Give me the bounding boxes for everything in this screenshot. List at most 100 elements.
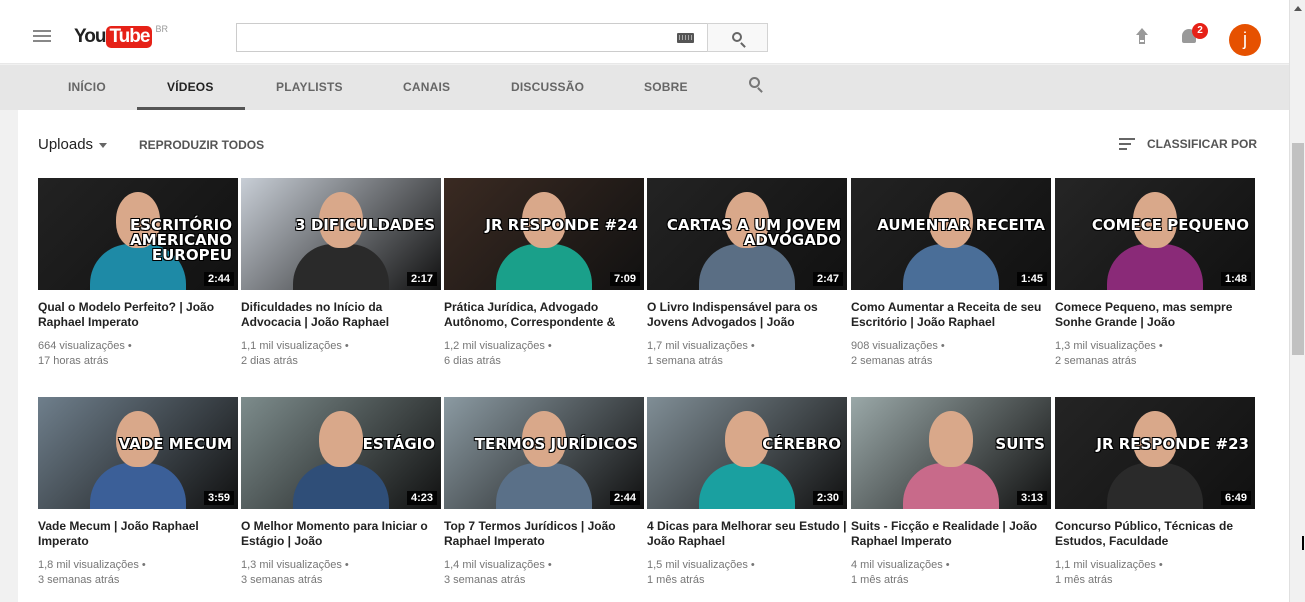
play-all-button[interactable]: REPRODUZIR TODOS bbox=[139, 138, 264, 152]
video-duration: 1:48 bbox=[1220, 272, 1251, 286]
video-views: 1,3 mil visualizações • bbox=[241, 559, 349, 571]
video-card[interactable]: AUMENTAR RECEITA 1:45 Como Aumentar a Rece… bbox=[851, 178, 1051, 369]
video-thumbnail[interactable]: JR RESPONDE #23 6:49 bbox=[1055, 397, 1255, 509]
video-card[interactable]: 3 DIFICULDADES 2:17 Dificuldades no Início… bbox=[241, 178, 441, 369]
video-thumbnail[interactable]: JR RESPONDE #24 7:09 bbox=[444, 178, 644, 290]
notification-count-badge: 2 bbox=[1192, 23, 1208, 39]
video-title[interactable]: Concurso Público, Técnicas de Estudos, F… bbox=[1055, 519, 1255, 549]
video-thumbnail[interactable]: CARTAS A UM JOVEM ADVOGADO 2:47 bbox=[647, 178, 847, 290]
video-card[interactable]: TERMOS JURÍDICOS 2:44 Top 7 Termos Jurídic… bbox=[444, 397, 644, 588]
video-thumbnail[interactable]: VADE MECUM 3:59 bbox=[38, 397, 238, 509]
video-title[interactable]: Vade Mecum | João Raphael Imperato bbox=[38, 519, 238, 549]
video-thumbnail[interactable]: CÉREBRO 2:30 bbox=[647, 397, 847, 509]
video-title[interactable]: 4 Dicas para Melhorar seu Estudo | João … bbox=[647, 519, 847, 549]
uploads-label: Uploads bbox=[38, 136, 94, 153]
video-meta: 1,2 mil visualizações • 6 dias atrás bbox=[444, 339, 644, 369]
thumbnail-overlay-text: AUMENTAR RECEITA bbox=[877, 216, 1045, 234]
video-age: 3 semanas atrás bbox=[241, 574, 323, 586]
video-views: 1,1 mil visualizações • bbox=[1055, 559, 1163, 571]
menu-icon[interactable] bbox=[33, 30, 51, 42]
video-meta: 1,8 mil visualizações • 3 semanas atrás bbox=[38, 558, 238, 588]
video-meta: 1,7 mil visualizações • 1 semana atrás bbox=[647, 339, 847, 369]
video-meta: 1,4 mil visualizações • 3 semanas atrás bbox=[444, 558, 644, 588]
video-meta: 4 mil visualizações • 1 mês atrás bbox=[851, 558, 1051, 588]
video-meta: 1,5 mil visualizações • 1 mês atrás bbox=[647, 558, 847, 588]
video-duration: 2:44 bbox=[609, 491, 640, 505]
channel-search-icon[interactable] bbox=[749, 77, 760, 88]
youtube-logo[interactable]: You Tube BR bbox=[74, 24, 168, 48]
video-thumbnail[interactable]: TERMOS JURÍDICOS 2:44 bbox=[444, 397, 644, 509]
video-duration: 3:59 bbox=[203, 491, 234, 505]
video-card[interactable]: CARTAS A UM JOVEM ADVOGADO 2:47 O Livro In… bbox=[647, 178, 847, 369]
video-duration: 3:13 bbox=[1016, 491, 1047, 505]
video-views: 1,1 mil visualizações • bbox=[241, 340, 349, 352]
video-age: 17 horas atrás bbox=[38, 355, 109, 367]
video-age: 3 semanas atrás bbox=[444, 574, 526, 586]
video-age: 6 dias atrás bbox=[444, 355, 501, 367]
video-title[interactable]: Qual o Modelo Perfeito? | João Raphael I… bbox=[38, 300, 238, 330]
upload-icon[interactable] bbox=[1136, 28, 1148, 44]
thumbnail-overlay-text: CARTAS A UM JOVEM ADVOGADO bbox=[666, 216, 841, 249]
search-button[interactable] bbox=[707, 23, 768, 52]
video-meta: 1,1 mil visualizações • 1 mês atrás bbox=[1055, 558, 1255, 588]
video-duration: 4:23 bbox=[406, 491, 437, 505]
video-views: 664 visualizações • bbox=[38, 340, 132, 352]
tab-videos[interactable]: VÍDEOS bbox=[167, 80, 214, 94]
tab-sobre[interactable]: SOBRE bbox=[644, 80, 688, 94]
search-input[interactable] bbox=[236, 23, 707, 52]
video-views: 1,7 mil visualizações • bbox=[647, 340, 755, 352]
video-title[interactable]: Suits - Ficção e Realidade | João Raphae… bbox=[851, 519, 1051, 549]
text-cursor-icon bbox=[1302, 536, 1304, 550]
scroll-thumb[interactable] bbox=[1292, 143, 1304, 355]
video-card[interactable]: VADE MECUM 3:59 Vade Mecum | João Raphael … bbox=[38, 397, 238, 588]
video-meta: 1,3 mil visualizações • 2 semanas atrás bbox=[1055, 339, 1255, 369]
video-thumbnail[interactable]: ESCRITÓRIO AMERICANO EUROPEU 2:44 bbox=[38, 178, 238, 290]
video-title[interactable]: O Melhor Momento para Iniciar o Estágio … bbox=[241, 519, 441, 549]
video-card[interactable]: JR RESPONDE #23 6:49 Concurso Público, Téc… bbox=[1055, 397, 1255, 588]
video-views: 908 visualizações • bbox=[851, 340, 945, 352]
video-title[interactable]: Dificuldades no Início da Advocacia | Jo… bbox=[241, 300, 441, 330]
video-title[interactable]: Prática Jurídica, Advogado Autônomo, Cor… bbox=[444, 300, 644, 330]
video-card[interactable]: COMECE PEQUENO 1:48 Comece Pequeno, mas se… bbox=[1055, 178, 1255, 369]
video-meta: 1,1 mil visualizações • 2 dias atrás bbox=[241, 339, 441, 369]
video-title[interactable]: Como Aumentar a Receita de seu Escritóri… bbox=[851, 300, 1051, 330]
video-thumbnail[interactable]: COMECE PEQUENO 1:48 bbox=[1055, 178, 1255, 290]
videos-section: Uploads REPRODUZIR TODOS CLASSIFICAR POR… bbox=[18, 110, 1289, 602]
thumbnail-overlay-text: COMECE PEQUENO bbox=[1091, 216, 1249, 234]
video-card[interactable]: SUITS 3:13 Suits - Ficção e Realidade | Jo… bbox=[851, 397, 1051, 588]
video-title[interactable]: Comece Pequeno, mas sempre Sonhe Grande … bbox=[1055, 300, 1255, 330]
video-age: 2 semanas atrás bbox=[1055, 355, 1137, 367]
uploads-dropdown[interactable]: Uploads bbox=[38, 136, 108, 153]
video-card[interactable]: JR RESPONDE #24 7:09 Prática Jurídica, Adv… bbox=[444, 178, 644, 369]
video-duration: 2:47 bbox=[812, 272, 843, 286]
thumbnail-overlay-text: VADE MECUM bbox=[118, 435, 232, 453]
thumbnail-overlay-text: 3 DIFICULDADES bbox=[295, 216, 435, 234]
video-age: 1 mês atrás bbox=[647, 574, 705, 586]
scroll-up-icon[interactable] bbox=[1294, 6, 1302, 11]
video-thumbnail[interactable]: SUITS 3:13 bbox=[851, 397, 1051, 509]
sort-icon[interactable] bbox=[1119, 138, 1135, 150]
tab-canais[interactable]: CANAIS bbox=[403, 80, 450, 94]
video-thumbnail[interactable]: ESTÁGIO 4:23 bbox=[241, 397, 441, 509]
sort-button[interactable]: CLASSIFICAR POR bbox=[1147, 137, 1257, 151]
video-views: 1,4 mil visualizações • bbox=[444, 559, 552, 571]
video-thumbnail[interactable]: 3 DIFICULDADES 2:17 bbox=[241, 178, 441, 290]
thumbnail-overlay-text: SUITS bbox=[995, 435, 1045, 453]
thumbnail-overlay-text: CÉREBRO bbox=[762, 435, 841, 453]
tab-discussao[interactable]: DISCUSSÃO bbox=[511, 80, 584, 94]
video-views: 1,3 mil visualizações • bbox=[1055, 340, 1163, 352]
thumbnail-overlay-text: JR RESPONDE #24 bbox=[485, 216, 638, 234]
tab-playlists[interactable]: PLAYLISTS bbox=[276, 80, 343, 94]
keyboard-icon[interactable] bbox=[677, 33, 694, 43]
video-views: 4 mil visualizações • bbox=[851, 559, 950, 571]
video-card[interactable]: ESCRITÓRIO AMERICANO EUROPEU 2:44 Qual o M… bbox=[38, 178, 238, 369]
video-title[interactable]: Top 7 Termos Jurídicos | João Raphael Im… bbox=[444, 519, 644, 549]
page-scrollbar[interactable] bbox=[1289, 0, 1305, 602]
account-avatar[interactable]: j bbox=[1229, 24, 1261, 56]
video-card[interactable]: ESTÁGIO 4:23 O Melhor Momento para Iniciar… bbox=[241, 397, 441, 588]
tab-inicio[interactable]: INÍCIO bbox=[68, 80, 106, 94]
video-title[interactable]: O Livro Indispensável para os Jovens Adv… bbox=[647, 300, 847, 330]
video-card[interactable]: CÉREBRO 2:30 4 Dicas para Melhorar seu Est… bbox=[647, 397, 847, 588]
video-thumbnail[interactable]: AUMENTAR RECEITA 1:45 bbox=[851, 178, 1051, 290]
video-duration: 2:44 bbox=[203, 272, 234, 286]
